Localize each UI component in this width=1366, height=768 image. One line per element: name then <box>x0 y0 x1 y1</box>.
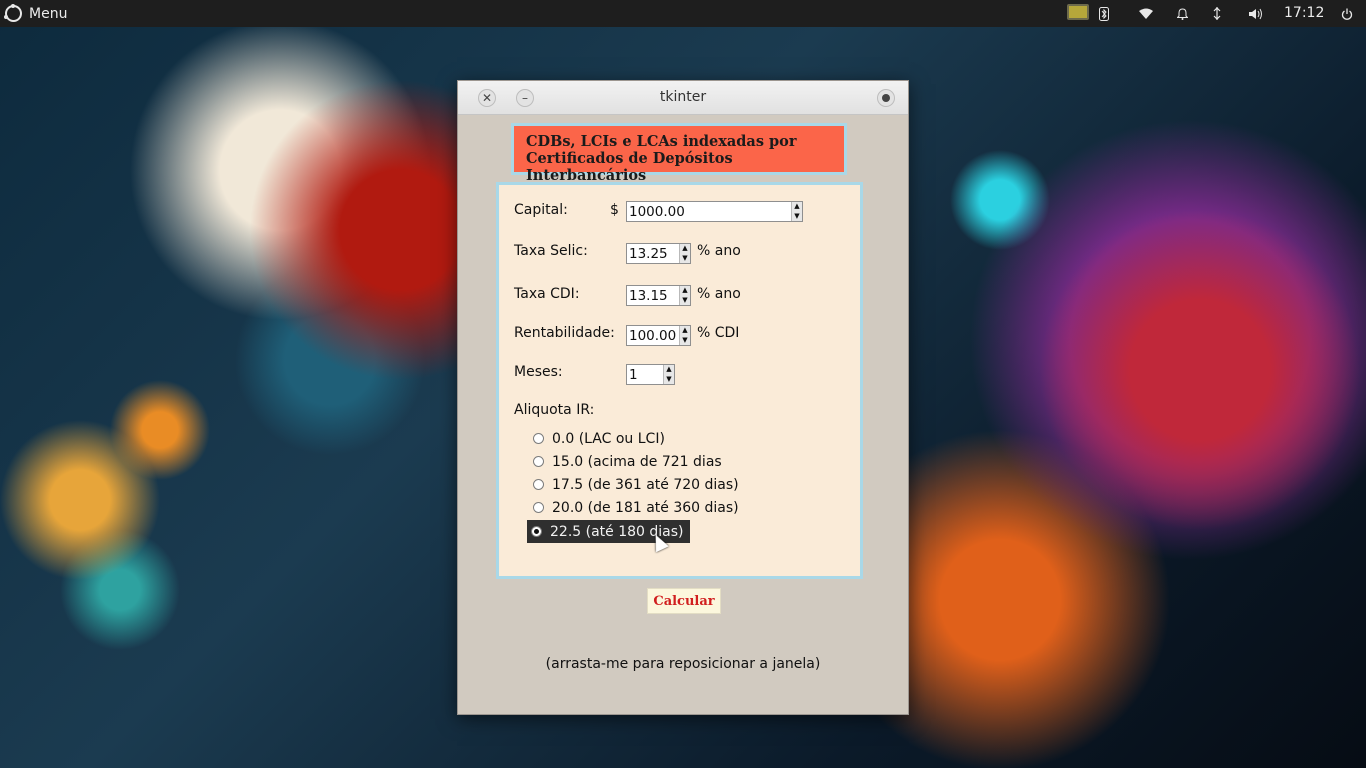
cdi-up-arrow-icon[interactable]: ▲ <box>680 286 690 296</box>
aliquota-label: Aliquota IR: <box>514 402 595 418</box>
selic-input[interactable] <box>627 244 679 263</box>
radio-aliquota-0[interactable]: 0.0 (LAC ou LCI) <box>529 427 671 450</box>
rentabilidade-down-arrow-icon[interactable]: ▼ <box>680 336 690 346</box>
meses-up-arrow-icon[interactable]: ▲ <box>664 365 674 375</box>
wifi-icon[interactable] <box>1138 0 1154 27</box>
rentabilidade-spinbox[interactable]: ▲ ▼ <box>626 325 691 346</box>
network-icon[interactable] <box>1212 0 1222 27</box>
capital-label: Capital: <box>514 202 568 218</box>
meses-label: Meses: <box>514 364 563 380</box>
calcular-button[interactable]: Calcular <box>647 588 721 614</box>
top-panel: Menu 17:12 <box>0 0 1366 27</box>
menu-label: Menu <box>29 5 68 22</box>
selic-up-arrow-icon[interactable]: ▲ <box>680 244 690 254</box>
volume-icon[interactable] <box>1249 0 1263 27</box>
radio-aliquota-17-5[interactable]: 17.5 (de 361 até 720 dias) <box>529 473 745 496</box>
cdi-label: Taxa CDI: <box>514 286 580 302</box>
rentabilidade-input[interactable] <box>627 326 679 345</box>
selic-down-arrow-icon[interactable]: ▼ <box>680 254 690 264</box>
header-line-2: Certificados de Depósitos Interbancários <box>526 150 733 184</box>
header-banner: CDBs, LCIs e LCAs indexadas por Certific… <box>511 123 847 184</box>
radio-label: 0.0 (LAC ou LCI) <box>552 430 665 447</box>
input-form: Capital: $ ▲ ▼ Taxa Selic: ▲ ▼ % ano Tax… <box>496 182 863 579</box>
header-line-1: CDBs, LCIs e LCAs indexadas por <box>526 133 797 150</box>
radio-button-icon[interactable] <box>533 456 544 467</box>
drag-hint-text: (arrasta-me para reposicionar a janela) <box>545 656 821 672</box>
radio-aliquota-15[interactable]: 15.0 (acima de 721 dias <box>529 450 728 473</box>
radio-button-icon[interactable] <box>533 433 544 444</box>
capital-spinbox[interactable]: ▲ ▼ <box>626 201 803 222</box>
radio-aliquota-20[interactable]: 20.0 (de 181 até 360 dias) <box>529 496 745 519</box>
bluetooth-icon[interactable] <box>1098 0 1110 27</box>
meses-spinbox[interactable]: ▲ ▼ <box>626 364 675 385</box>
selic-unit: % ano <box>697 243 741 259</box>
power-icon[interactable] <box>1340 0 1354 27</box>
rentabilidade-up-arrow-icon[interactable]: ▲ <box>680 326 690 336</box>
radio-button-selected-icon[interactable] <box>531 526 542 537</box>
rentabilidade-label: Rentabilidade: <box>514 325 615 341</box>
cdi-unit: % ano <box>697 286 741 302</box>
radio-label: 17.5 (de 361 até 720 dias) <box>552 476 739 493</box>
cdi-down-arrow-icon[interactable]: ▼ <box>680 296 690 306</box>
rentabilidade-unit: % CDI <box>697 325 740 341</box>
radio-button-icon[interactable] <box>533 502 544 513</box>
cdi-spinbox[interactable]: ▲ ▼ <box>626 285 691 306</box>
selic-label: Taxa Selic: <box>514 243 588 259</box>
capital-input[interactable] <box>627 202 791 221</box>
ubuntu-logo-icon <box>4 4 22 22</box>
capital-down-arrow-icon[interactable]: ▼ <box>792 212 802 222</box>
tkinter-window: ✕ – tkinter CDBs, LCIs e LCAs indexadas … <box>457 80 909 715</box>
window-title: tkinter <box>659 89 707 105</box>
radio-label: 15.0 (acima de 721 dias <box>552 453 722 470</box>
notification-bell-icon[interactable] <box>1176 0 1188 27</box>
currency-symbol: $ <box>610 202 619 218</box>
maximize-button[interactable] <box>877 89 895 107</box>
radio-button-icon[interactable] <box>533 479 544 490</box>
menu-button[interactable]: Menu <box>0 0 67 27</box>
clock[interactable]: 17:12 <box>1284 5 1324 21</box>
display-icon[interactable] <box>1067 4 1089 20</box>
capital-up-arrow-icon[interactable]: ▲ <box>792 202 802 212</box>
window-titlebar[interactable]: ✕ – tkinter <box>458 81 908 115</box>
meses-down-arrow-icon[interactable]: ▼ <box>664 375 674 385</box>
selic-spinbox[interactable]: ▲ ▼ <box>626 243 691 264</box>
radio-label: 20.0 (de 181 até 360 dias) <box>552 499 739 516</box>
cdi-input[interactable] <box>627 286 679 305</box>
meses-input[interactable] <box>627 365 663 384</box>
